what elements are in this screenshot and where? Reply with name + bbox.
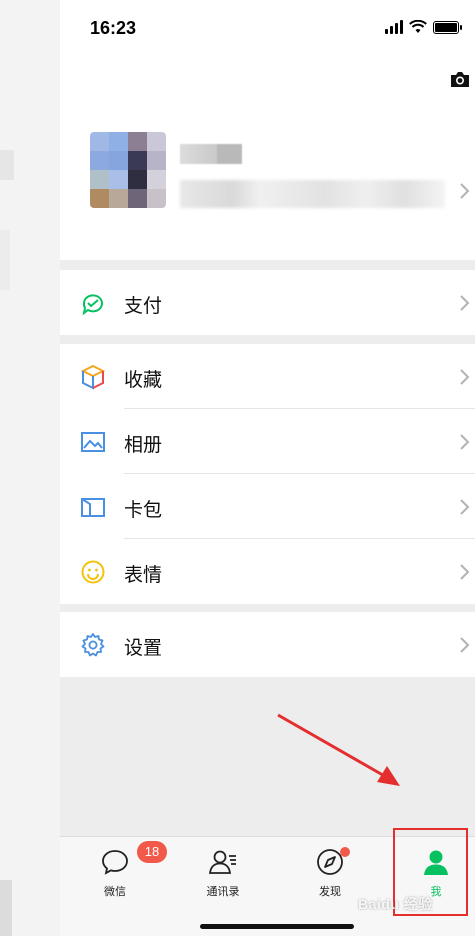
chevron-right-icon <box>460 499 470 515</box>
card-icon <box>81 498 105 517</box>
menu-item-settings[interactable]: 设置 <box>60 612 475 677</box>
tab-contacts[interactable]: 通讯录 <box>183 847 263 907</box>
camera-icon[interactable] <box>449 70 471 88</box>
smiley-icon <box>81 560 105 584</box>
new-dot-badge <box>340 847 350 857</box>
baidu-watermark: Baidu 经验 <box>358 896 433 912</box>
tab-label-chats: 微信 <box>104 886 126 898</box>
menu-label-stickers: 表情 <box>124 565 163 586</box>
home-indicator[interactable] <box>200 924 354 929</box>
wifi-icon <box>409 20 427 33</box>
unread-badge: 18 <box>137 841 167 863</box>
chevron-right-icon <box>460 637 470 653</box>
cube-icon <box>80 364 106 390</box>
settings-group: 设置 <box>60 612 475 677</box>
contacts-icon <box>208 850 236 874</box>
wechat-id-blurred <box>180 180 445 208</box>
features-group: 收藏 相册 卡包 表情 <box>60 344 475 604</box>
menu-label-favorites: 收藏 <box>124 370 163 391</box>
status-time: 16:23 <box>90 18 137 38</box>
gear-icon <box>81 633 105 657</box>
pay-group: 支付 <box>60 270 475 335</box>
menu-item-pay[interactable]: 支付 <box>60 270 475 335</box>
wallet-check-icon <box>82 294 103 316</box>
chevron-right-icon <box>460 564 470 580</box>
menu-label-pay: 支付 <box>124 296 163 317</box>
chevron-right-icon <box>460 295 470 311</box>
menu-item-stickers[interactable]: 表情 <box>60 539 475 604</box>
menu-label-settings: 设置 <box>124 638 163 659</box>
status-bar: 16:23 <box>60 0 475 60</box>
chevron-right-icon <box>460 183 470 199</box>
nickname-blurred <box>180 144 242 164</box>
chevron-right-icon <box>460 434 470 450</box>
avatar[interactable] <box>90 132 166 208</box>
menu-label-cards: 卡包 <box>124 500 163 521</box>
image-icon <box>81 432 105 452</box>
chevron-right-icon <box>460 369 470 385</box>
menu-label-album: 相册 <box>124 435 163 456</box>
tab-label-contacts: 通讯录 <box>206 886 240 898</box>
battery-icon <box>433 21 462 34</box>
phone-screen: 16:23 支付 收藏 相册 卡包 表情 设置 18 微信 通讯录 发现 我 <box>60 0 475 936</box>
menu-item-cards[interactable]: 卡包 <box>60 474 475 539</box>
profile-header[interactable] <box>60 60 475 260</box>
menu-item-album[interactable]: 相册 <box>60 409 475 474</box>
tab-chats[interactable]: 18 微信 <box>75 841 167 907</box>
menu-item-favorites[interactable]: 收藏 <box>60 344 475 409</box>
chat-bubble-icon <box>102 850 128 875</box>
left-background-strip <box>0 0 60 936</box>
signal-icon <box>385 20 403 34</box>
